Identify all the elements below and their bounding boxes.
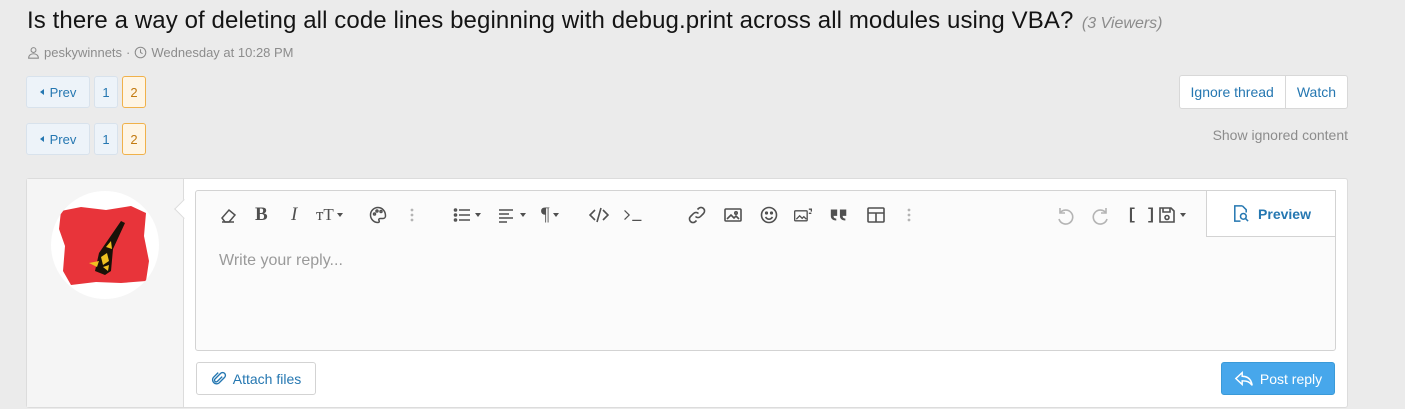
quick-reply-block: B I тT ¶ [] Preview Write your reply...… [26,178,1348,408]
redo-icon[interactable] [1091,204,1111,226]
reply-placeholder[interactable]: Write your reply... [219,252,343,270]
smiley-icon[interactable] [759,204,779,226]
more-vertical-icon[interactable] [402,204,422,226]
clock-icon [135,46,147,59]
chevron-left-icon [39,89,44,95]
post-reply-label: Post reply [1259,370,1323,387]
preview-tab[interactable]: Preview [1206,190,1336,237]
align-icon[interactable] [497,204,526,226]
watch-button[interactable]: Watch [1284,76,1347,108]
avatar[interactable] [51,191,159,299]
link-icon[interactable] [687,204,707,226]
prev-label: Prev [49,131,77,147]
chevron-left-icon [39,136,44,142]
page-link-2[interactable]: 2 [122,123,146,155]
image-icon[interactable] [723,204,743,226]
inline-code-icon[interactable] [589,204,609,226]
user-icon [28,47,39,59]
quote-icon[interactable] [829,204,849,226]
avatar-image [59,206,149,285]
page-link-2[interactable]: 2 [122,76,146,108]
paragraph-icon[interactable]: ¶ [541,204,559,226]
viewer-count[interactable]: (3 Viewers) [1082,15,1163,32]
page-nav-top: Prev 1 2 [26,76,146,108]
reply-user-column [27,179,194,407]
bold-icon[interactable]: B [255,204,268,226]
thread-title: Is there a way of deleting all code line… [27,7,1074,34]
list-icon[interactable] [452,204,481,226]
eraser-icon[interactable] [218,204,238,226]
attach-files-button[interactable]: Attach files [196,362,316,395]
code-block-icon[interactable] [623,204,643,226]
ignore-thread-button[interactable]: Ignore thread [1180,76,1285,108]
media-icon[interactable] [793,204,813,226]
italic-icon[interactable]: I [291,204,297,226]
table-icon[interactable] [866,204,886,226]
attach-files-label: Attach files [232,370,302,387]
drafts-icon[interactable] [1157,204,1186,226]
editor-toolbar: B I тT ¶ [] Preview [196,190,1336,238]
thread-actions: Ignore thread Watch [1178,75,1348,109]
palette-icon[interactable] [368,204,388,226]
preview-label: Preview [1258,205,1311,222]
preview-icon [1234,205,1249,222]
bbcode-icon[interactable]: [ ] [1127,204,1156,226]
more-vertical-icon[interactable] [899,204,919,226]
prev-page-button[interactable]: Prev [26,123,90,155]
post-reply-button[interactable]: Post reply [1221,362,1335,395]
paperclip-icon [211,371,226,384]
thread-author[interactable]: peskywinnets [44,45,122,60]
page-nav-bottom: Prev 1 2 [26,123,146,155]
show-ignored-link[interactable]: Show ignored content [1213,127,1348,143]
page-link-1[interactable]: 1 [94,76,118,108]
reply-arrow [174,199,194,219]
reply-icon [1234,370,1253,386]
thread-date[interactable]: Wednesday at 10:28 PM [151,45,293,60]
thread-title-row: Is there a way of deleting all code line… [27,7,1163,35]
meta-separator: · [126,45,131,60]
prev-page-button[interactable]: Prev [26,76,90,108]
prev-label: Prev [49,84,77,100]
thread-meta: peskywinnets · Wednesday at 10:28 PM [27,45,294,60]
text-size-icon[interactable]: тT [316,204,343,226]
reply-editor[interactable]: B I тT ¶ [] Preview Write your reply... [195,190,1336,351]
undo-icon[interactable] [1055,204,1075,226]
page-link-1[interactable]: 1 [94,123,118,155]
